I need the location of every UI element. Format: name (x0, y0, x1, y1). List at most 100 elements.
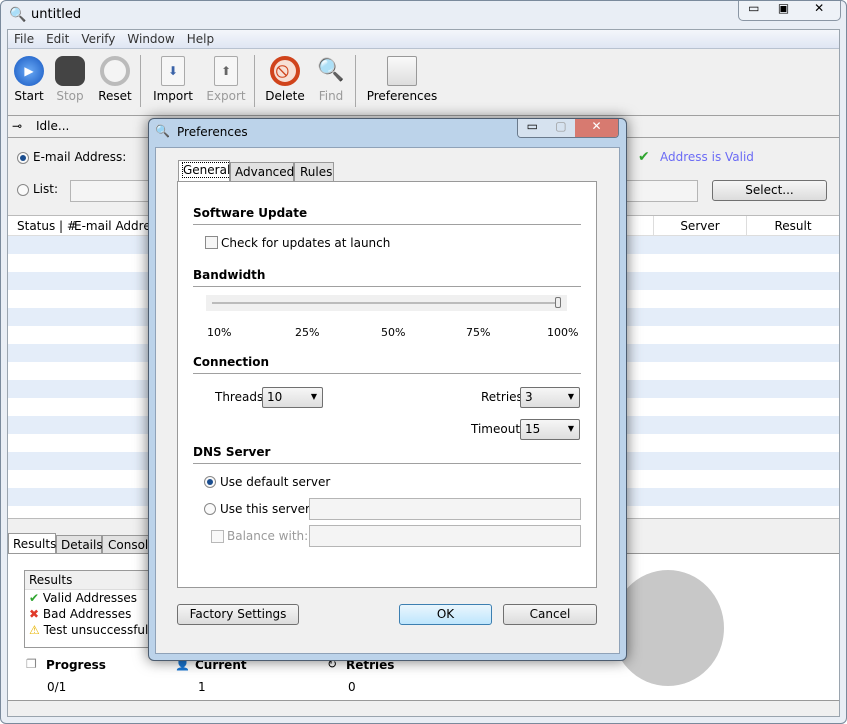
import-label: Import (153, 89, 193, 103)
bandwidth-heading: Bandwidth (193, 268, 266, 282)
menu-file[interactable]: File (14, 32, 34, 46)
export-button[interactable]: ⬆ Export (200, 56, 252, 103)
this-server-label: Use this server: (220, 502, 314, 516)
bandwidth-slider[interactable] (206, 295, 567, 311)
divider (193, 224, 581, 225)
retries-value: 0 (348, 680, 356, 694)
dialog-close-button[interactable]: ✕ (575, 119, 618, 137)
current-value: 1 (198, 680, 206, 694)
retries-select[interactable]: 3 (520, 387, 580, 408)
status-text: Idle... (36, 119, 70, 133)
results-legend: Results ✔ Valid Addresses ✖ Bad Addresse… (24, 570, 164, 648)
tab-results[interactable]: Results (8, 533, 56, 554)
select-button[interactable]: Select... (712, 180, 827, 201)
default-server-label: Use default server (220, 475, 331, 489)
balance-checkbox[interactable] (211, 530, 224, 543)
tab-general-label: General (181, 162, 232, 178)
import-icon: ⬇ (161, 56, 185, 86)
tab-details[interactable]: Details (56, 535, 103, 554)
find-button[interactable]: 🔍 Find (305, 56, 357, 103)
legend-unsuccessful: Test unsuccessful (43, 623, 149, 637)
slider-track (212, 302, 558, 304)
export-label: Export (206, 89, 246, 103)
menu-help[interactable]: Help (187, 32, 214, 46)
software-update-heading: Software Update (193, 206, 308, 220)
progress-pie (612, 570, 724, 686)
this-server-radio[interactable] (204, 503, 216, 515)
toolbar-separator (140, 55, 141, 107)
tab-general[interactable]: General (178, 160, 232, 182)
preferences-dialog: 🔍 Preferences ▭ ▢ ✕ General Advanced Rul… (148, 118, 627, 661)
tab-advanced[interactable]: Advanced (230, 162, 294, 182)
menu-window[interactable]: Window (127, 32, 174, 46)
reset-icon (100, 56, 130, 86)
column-status[interactable]: Status | # (17, 219, 77, 233)
factory-settings-button[interactable]: Factory Settings (177, 604, 299, 625)
reset-button[interactable]: Reset (89, 56, 141, 103)
balance-input[interactable] (309, 525, 581, 547)
app-logo-icon: 🔍 (9, 7, 27, 23)
server-input[interactable] (309, 498, 581, 520)
menu-edit[interactable]: Edit (46, 32, 69, 46)
cancel-button[interactable]: Cancel (503, 604, 597, 625)
check-updates-checkbox[interactable] (205, 236, 218, 249)
dialog-client: General Advanced Rules Software Update C… (155, 147, 620, 654)
play-icon: ▶ (14, 56, 44, 86)
check-icon: ✔ (29, 591, 40, 605)
minimize-button[interactable]: ▭ (739, 1, 769, 20)
menu-verify[interactable]: Verify (81, 32, 115, 46)
preferences-button[interactable]: Preferences (362, 56, 442, 103)
find-label: Find (318, 89, 344, 103)
balance-label: Balance with: (227, 529, 309, 543)
delete-label: Delete (265, 89, 305, 103)
email-radio[interactable] (17, 152, 29, 164)
check-icon: ✔ (638, 149, 650, 165)
divider (193, 286, 581, 287)
tick-50: 50% (381, 326, 406, 339)
threads-label: Threads: (215, 390, 268, 404)
stop-icon (55, 56, 85, 86)
connection-heading: Connection (193, 355, 270, 369)
legend-valid: Valid Addresses (42, 591, 138, 605)
delete-button[interactable]: ⃠ Delete (259, 56, 311, 103)
ok-button[interactable]: OK (399, 604, 492, 625)
divider (193, 463, 581, 464)
progress-label: Progress (46, 658, 106, 672)
window-title: untitled (31, 7, 82, 22)
check-updates-label: Check for updates at launch (221, 236, 391, 250)
dialog-minimize-button[interactable]: ▭ (518, 119, 547, 137)
tick-25: 25% (295, 326, 320, 339)
column-server[interactable]: Server (653, 216, 746, 236)
menu-bar: File Edit Verify Window Help (8, 30, 839, 49)
plug-icon: ⊸ (12, 119, 23, 133)
tick-75: 75% (466, 326, 491, 339)
progress-icon: ❐ (26, 657, 37, 671)
divider (8, 115, 839, 116)
tab-rules[interactable]: Rules (294, 162, 334, 182)
timeout-select[interactable]: 15 (520, 419, 580, 440)
divider (193, 373, 581, 374)
close-button[interactable]: ✕ (798, 1, 840, 20)
export-icon: ⬆ (214, 56, 238, 86)
progress-value: 0/1 (47, 680, 67, 694)
general-panel: Software Update Check for updates at lau… (177, 181, 597, 588)
slider-thumb[interactable] (555, 297, 561, 308)
valid-status-text: Address is Valid (660, 150, 754, 164)
column-result[interactable]: Result (746, 216, 839, 236)
find-icon: 🔍 (317, 58, 345, 83)
tick-100: 100% (547, 326, 579, 339)
default-server-radio[interactable] (204, 476, 216, 488)
preferences-label: Preferences (366, 89, 438, 103)
dialog-maximize-button[interactable]: ▢ (546, 119, 576, 137)
app-logo-icon: 🔍 (155, 124, 170, 138)
toolbar-separator (355, 55, 356, 107)
threads-select[interactable]: 10 (262, 387, 323, 408)
warning-icon: ⚠ (29, 623, 40, 637)
maximize-button[interactable]: ▣ (769, 1, 799, 20)
import-button[interactable]: ⬇ Import (147, 56, 199, 103)
dialog-title: Preferences (177, 125, 248, 139)
list-radio[interactable] (17, 184, 29, 196)
legend-header: Results (25, 571, 163, 590)
delete-icon: ⃠ (270, 56, 300, 86)
window-controls: ▭ ▣ ✕ (738, 1, 841, 21)
